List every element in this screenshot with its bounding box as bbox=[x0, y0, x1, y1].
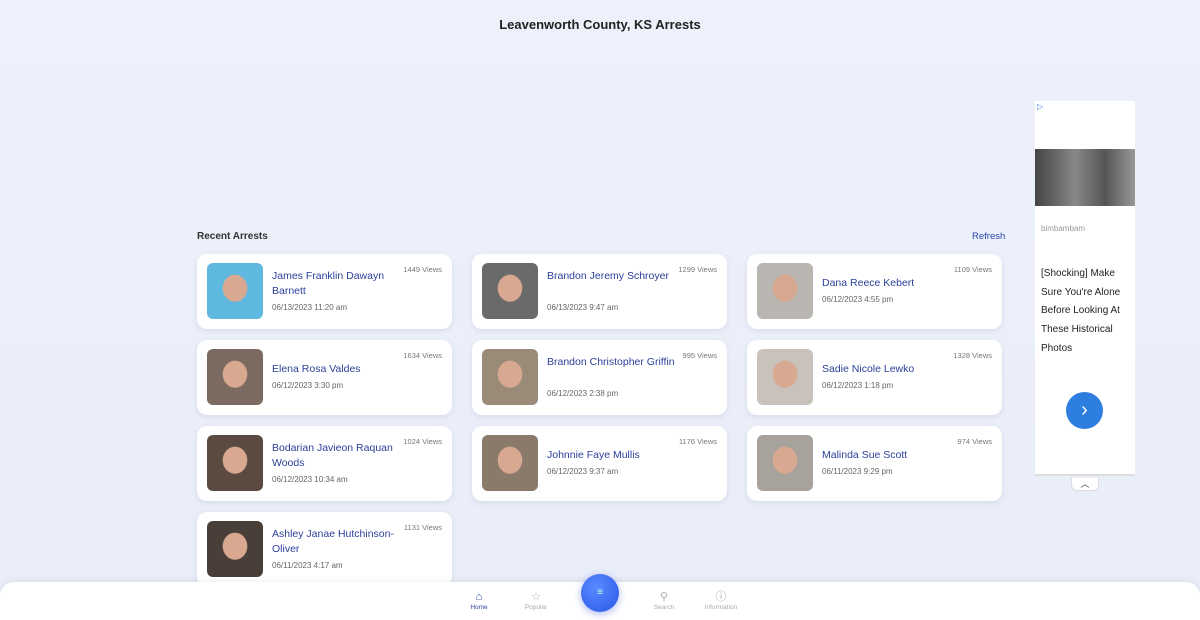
arrest-card[interactable]: Malinda Sue Scott 06/11/2023 9:29 pm 974… bbox=[747, 426, 1002, 501]
mugshot-photo[interactable] bbox=[482, 349, 538, 405]
arrest-date: 06/12/2023 1:18 pm bbox=[822, 381, 894, 390]
section-title: Recent Arrests bbox=[197, 231, 268, 242]
arrest-card[interactable]: Johnnie Faye Mullis 06/12/2023 9:37 am 1… bbox=[472, 426, 727, 501]
nav-label: Home bbox=[470, 604, 488, 611]
arrest-name[interactable]: James Franklin Dawayn Barnett bbox=[272, 269, 402, 299]
arrest-name[interactable]: Brandon Jeremy Schroyer bbox=[547, 269, 677, 284]
arrest-name[interactable]: Bodarian Javieon Raquan Woods bbox=[272, 441, 402, 471]
arrest-card[interactable]: James Franklin Dawayn Barnett 06/13/2023… bbox=[197, 254, 452, 329]
nav-label: Information bbox=[704, 604, 738, 611]
arrest-name[interactable]: Sadie Nicole Lewko bbox=[822, 362, 952, 377]
arrest-name[interactable]: Elena Rosa Valdes bbox=[272, 362, 402, 377]
arrest-date: 06/12/2023 3:30 pm bbox=[272, 381, 344, 390]
nav-label: Search bbox=[653, 604, 675, 611]
mugshot-photo[interactable] bbox=[482, 263, 538, 319]
search-icon: ⚲ bbox=[659, 591, 669, 603]
ad-image[interactable] bbox=[1035, 149, 1135, 206]
arrest-date: 06/12/2023 2:38 pm bbox=[547, 389, 619, 398]
ad-panel[interactable]: ▷ bimbambam [Shocking] Make Sure You're … bbox=[1035, 101, 1135, 476]
view-count: 1634 Views bbox=[403, 351, 442, 360]
arrest-name[interactable]: Dana Reece Kebert bbox=[822, 276, 952, 291]
arrest-date: 06/11/2023 4:17 am bbox=[272, 561, 343, 570]
arrest-card[interactable]: Bodarian Javieon Raquan Woods 06/12/2023… bbox=[197, 426, 452, 501]
ad-arrow-button[interactable]: › bbox=[1066, 392, 1103, 429]
view-count: 1024 Views bbox=[403, 437, 442, 446]
arrest-name[interactable]: Ashley Janae Hutchinson-Oliver bbox=[272, 527, 402, 557]
arrest-name[interactable]: Brandon Christopher Griffin bbox=[547, 355, 677, 370]
arrest-card[interactable]: Brandon Christopher Griffin 06/12/2023 2… bbox=[472, 340, 727, 415]
ad-choices-icon[interactable]: ▷ bbox=[1037, 102, 1043, 111]
arrest-card[interactable]: Sadie Nicole Lewko 06/12/2023 1:18 pm 13… bbox=[747, 340, 1002, 415]
star-icon: ☆ bbox=[531, 591, 541, 603]
arrest-card[interactable]: Ashley Janae Hutchinson-Oliver 06/11/202… bbox=[197, 512, 452, 587]
arrest-date: 06/12/2023 9:37 am bbox=[547, 467, 619, 476]
arrest-date: 06/11/2023 9:29 pm bbox=[822, 467, 893, 476]
filter-button[interactable]: ≡ bbox=[581, 574, 619, 612]
arrest-date: 06/13/2023 9:47 am bbox=[547, 303, 619, 312]
view-count: 1176 Views bbox=[678, 437, 717, 446]
filter-icon: ≡ bbox=[597, 587, 603, 598]
mugshot-photo[interactable] bbox=[207, 521, 263, 577]
mugshot-photo[interactable] bbox=[207, 263, 263, 319]
nav-home[interactable]: ⌂ Home bbox=[449, 591, 509, 611]
nav-search[interactable]: ⚲ Search bbox=[634, 591, 694, 611]
nav-label: Popular bbox=[524, 604, 548, 611]
info-icon: ⓘ bbox=[715, 591, 727, 603]
view-count: 1109 Views bbox=[953, 265, 992, 274]
mugshot-photo[interactable] bbox=[757, 435, 813, 491]
mugshot-photo[interactable] bbox=[482, 435, 538, 491]
mugshot-photo[interactable] bbox=[757, 263, 813, 319]
arrest-name[interactable]: Johnnie Faye Mullis bbox=[547, 448, 677, 463]
ad-collapse-chevron-up-icon[interactable]: ︿ bbox=[1071, 478, 1099, 491]
arrest-card[interactable]: Elena Rosa Valdes 06/12/2023 3:30 pm 163… bbox=[197, 340, 452, 415]
arrest-date: 06/12/2023 10:34 am bbox=[272, 475, 348, 484]
page-title: Leavenworth County, KS Arrests bbox=[499, 17, 701, 32]
view-count: 995 Views bbox=[682, 351, 717, 360]
arrest-card[interactable]: Brandon Jeremy Schroyer 06/13/2023 9:47 … bbox=[472, 254, 727, 329]
view-count: 974 Views bbox=[957, 437, 992, 446]
nav-information[interactable]: ⓘ Information bbox=[691, 591, 751, 611]
nav-popular[interactable]: ☆ Popular bbox=[506, 591, 566, 611]
mugshot-photo[interactable] bbox=[207, 435, 263, 491]
view-count: 1131 Views bbox=[403, 523, 442, 532]
arrest-date: 06/13/2023 11:20 am bbox=[272, 303, 348, 312]
arrest-name[interactable]: Malinda Sue Scott bbox=[822, 448, 952, 463]
ad-headline[interactable]: [Shocking] Make Sure You're Alone Before… bbox=[1041, 265, 1133, 359]
home-icon: ⌂ bbox=[475, 591, 483, 603]
view-count: 1299 Views bbox=[678, 265, 717, 274]
mugshot-photo[interactable] bbox=[207, 349, 263, 405]
arrest-card[interactable]: Dana Reece Kebert 06/12/2023 4:55 pm 110… bbox=[747, 254, 1002, 329]
refresh-button[interactable]: Refresh bbox=[972, 231, 1005, 242]
arrest-date: 06/12/2023 4:55 pm bbox=[822, 295, 894, 304]
mugshot-photo[interactable] bbox=[757, 349, 813, 405]
ad-source: bimbambam bbox=[1041, 224, 1086, 233]
view-count: 1328 Views bbox=[953, 351, 992, 360]
view-count: 1449 Views bbox=[403, 265, 442, 274]
